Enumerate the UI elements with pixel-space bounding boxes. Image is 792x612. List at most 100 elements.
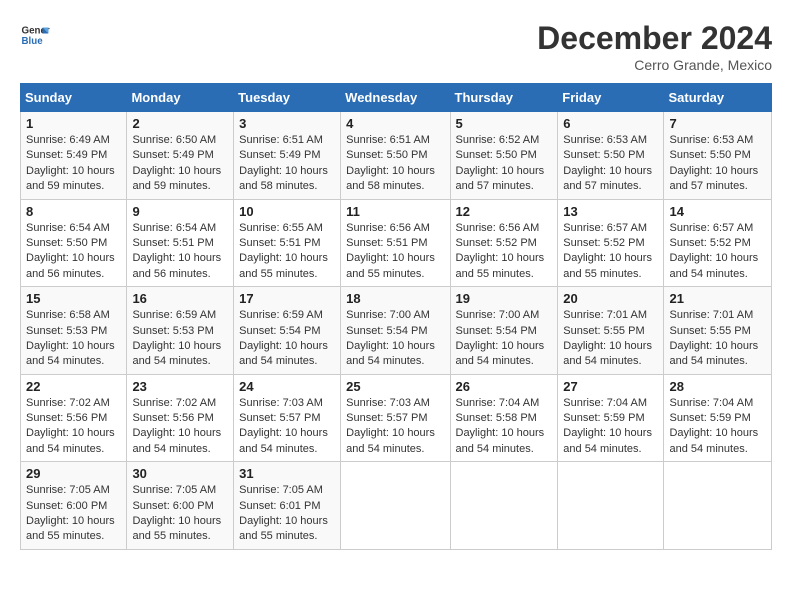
day-number: 24 bbox=[239, 379, 335, 394]
calendar-cell: 29 Sunrise: 7:05 AMSunset: 6:00 PMDayligh… bbox=[21, 462, 127, 550]
day-number: 5 bbox=[456, 116, 553, 131]
day-info: Sunrise: 6:53 AMSunset: 5:50 PMDaylight:… bbox=[563, 133, 658, 195]
day-number: 22 bbox=[26, 379, 121, 394]
calendar-cell: 19 Sunrise: 7:00 AMSunset: 5:54 PMDayligh… bbox=[450, 287, 558, 375]
day-info: Sunrise: 6:51 AMSunset: 5:49 PMDaylight:… bbox=[239, 133, 335, 195]
day-info: Sunrise: 6:52 AMSunset: 5:50 PMDaylight:… bbox=[456, 133, 553, 195]
day-info: Sunrise: 7:04 AMSunset: 5:59 PMDaylight:… bbox=[563, 396, 658, 458]
day-info: Sunrise: 7:04 AMSunset: 5:58 PMDaylight:… bbox=[456, 396, 553, 458]
day-number: 15 bbox=[26, 291, 121, 306]
logo: General Blue bbox=[20, 20, 50, 50]
logo-icon: General Blue bbox=[20, 20, 50, 50]
calendar-cell: 18Sunrise: 7:00 AMSunset: 5:54 PMDayligh… bbox=[341, 287, 450, 375]
calendar-cell: 31Sunrise: 7:05 AMSunset: 6:01 PMDayligh… bbox=[234, 462, 341, 550]
calendar-cell: 20 Sunrise: 7:01 AMSunset: 5:55 PMDayligh… bbox=[558, 287, 664, 375]
calendar-cell: 5 Sunrise: 6:52 AMSunset: 5:50 PMDaylight… bbox=[450, 112, 558, 200]
week-row-5: 29 Sunrise: 7:05 AMSunset: 6:00 PMDayligh… bbox=[21, 462, 772, 550]
day-info: Sunrise: 6:55 AMSunset: 5:51 PMDaylight:… bbox=[239, 221, 335, 283]
calendar-cell: 24 Sunrise: 7:03 AMSunset: 5:57 PMDayligh… bbox=[234, 374, 341, 462]
calendar-header-row: SundayMondayTuesdayWednesdayThursdayFrid… bbox=[21, 84, 772, 112]
location-subtitle: Cerro Grande, Mexico bbox=[537, 57, 772, 73]
calendar-cell: 15 Sunrise: 6:58 AMSunset: 5:53 PMDayligh… bbox=[21, 287, 127, 375]
day-info: Sunrise: 7:00 AMSunset: 5:54 PMDaylight:… bbox=[346, 308, 444, 370]
day-info: Sunrise: 6:57 AMSunset: 5:52 PMDaylight:… bbox=[563, 221, 658, 283]
calendar-cell: 9 Sunrise: 6:54 AMSunset: 5:51 PMDaylight… bbox=[127, 199, 234, 287]
day-info: Sunrise: 6:49 AMSunset: 5:49 PMDaylight:… bbox=[26, 133, 121, 195]
day-info: Sunrise: 7:01 AMSunset: 5:55 PMDaylight:… bbox=[669, 308, 766, 370]
calendar-cell: 30Sunrise: 7:05 AMSunset: 6:00 PMDayligh… bbox=[127, 462, 234, 550]
day-number: 20 bbox=[563, 291, 658, 306]
day-info: Sunrise: 6:58 AMSunset: 5:53 PMDaylight:… bbox=[26, 308, 121, 370]
calendar-cell: 4 Sunrise: 6:51 AMSunset: 5:50 PMDaylight… bbox=[341, 112, 450, 200]
day-info: Sunrise: 6:59 AMSunset: 5:54 PMDaylight:… bbox=[239, 308, 335, 370]
day-info: Sunrise: 7:05 AMSunset: 6:00 PMDaylight:… bbox=[26, 483, 121, 545]
day-info: Sunrise: 7:02 AMSunset: 5:56 PMDaylight:… bbox=[132, 396, 228, 458]
svg-text:Blue: Blue bbox=[22, 36, 44, 47]
week-row-1: 1 Sunrise: 6:49 AMSunset: 5:49 PMDaylight… bbox=[21, 112, 772, 200]
calendar-cell: 7 Sunrise: 6:53 AMSunset: 5:50 PMDaylight… bbox=[664, 112, 772, 200]
day-number: 2 bbox=[132, 116, 228, 131]
day-info: Sunrise: 6:54 AMSunset: 5:51 PMDaylight:… bbox=[132, 221, 228, 283]
calendar-cell: 28 Sunrise: 7:04 AMSunset: 5:59 PMDayligh… bbox=[664, 374, 772, 462]
col-header-thursday: Thursday bbox=[450, 84, 558, 112]
day-info: Sunrise: 6:57 AMSunset: 5:52 PMDaylight:… bbox=[669, 221, 766, 283]
day-number: 16 bbox=[132, 291, 228, 306]
calendar-cell: 14 Sunrise: 6:57 AMSunset: 5:52 PMDayligh… bbox=[664, 199, 772, 287]
day-info: Sunrise: 7:04 AMSunset: 5:59 PMDaylight:… bbox=[669, 396, 766, 458]
day-number: 10 bbox=[239, 204, 335, 219]
calendar-cell: 23Sunrise: 7:02 AMSunset: 5:56 PMDayligh… bbox=[127, 374, 234, 462]
day-number: 14 bbox=[669, 204, 766, 219]
calendar-cell bbox=[558, 462, 664, 550]
calendar-cell bbox=[664, 462, 772, 550]
day-info: Sunrise: 7:05 AMSunset: 6:00 PMDaylight:… bbox=[132, 483, 228, 545]
day-number: 28 bbox=[669, 379, 766, 394]
day-number: 11 bbox=[346, 204, 444, 219]
month-title: December 2024 bbox=[537, 20, 772, 57]
day-number: 31 bbox=[239, 466, 335, 481]
day-number: 25 bbox=[346, 379, 444, 394]
calendar-cell: 13Sunrise: 6:57 AMSunset: 5:52 PMDayligh… bbox=[558, 199, 664, 287]
day-info: Sunrise: 6:51 AMSunset: 5:50 PMDaylight:… bbox=[346, 133, 444, 195]
calendar-cell: 26 Sunrise: 7:04 AMSunset: 5:58 PMDayligh… bbox=[450, 374, 558, 462]
page-header: General Blue December 2024 Cerro Grande,… bbox=[20, 20, 772, 73]
calendar-cell: 27Sunrise: 7:04 AMSunset: 5:59 PMDayligh… bbox=[558, 374, 664, 462]
calendar-cell bbox=[450, 462, 558, 550]
day-info: Sunrise: 6:56 AMSunset: 5:52 PMDaylight:… bbox=[456, 221, 553, 283]
calendar-cell: 17Sunrise: 6:59 AMSunset: 5:54 PMDayligh… bbox=[234, 287, 341, 375]
day-number: 19 bbox=[456, 291, 553, 306]
day-number: 9 bbox=[132, 204, 228, 219]
week-row-4: 22 Sunrise: 7:02 AMSunset: 5:56 PMDayligh… bbox=[21, 374, 772, 462]
calendar-cell: 22Sunrise: 7:02 AMSunset: 5:56 PMDayligh… bbox=[21, 374, 127, 462]
calendar-cell: 21 Sunrise: 7:01 AMSunset: 5:55 PMDayligh… bbox=[664, 287, 772, 375]
title-area: December 2024 Cerro Grande, Mexico bbox=[537, 20, 772, 73]
day-info: Sunrise: 7:03 AMSunset: 5:57 PMDaylight:… bbox=[346, 396, 444, 458]
col-header-tuesday: Tuesday bbox=[234, 84, 341, 112]
day-info: Sunrise: 7:01 AMSunset: 5:55 PMDaylight:… bbox=[563, 308, 658, 370]
day-info: Sunrise: 6:56 AMSunset: 5:51 PMDaylight:… bbox=[346, 221, 444, 283]
day-number: 29 bbox=[26, 466, 121, 481]
day-number: 26 bbox=[456, 379, 553, 394]
day-number: 8 bbox=[26, 204, 121, 219]
calendar-cell: 1 Sunrise: 6:49 AMSunset: 5:49 PMDaylight… bbox=[21, 112, 127, 200]
day-number: 1 bbox=[26, 116, 121, 131]
calendar-cell: 10 Sunrise: 6:55 AMSunset: 5:51 PMDayligh… bbox=[234, 199, 341, 287]
calendar-cell: 16 Sunrise: 6:59 AMSunset: 5:53 PMDayligh… bbox=[127, 287, 234, 375]
day-info: Sunrise: 7:00 AMSunset: 5:54 PMDaylight:… bbox=[456, 308, 553, 370]
day-info: Sunrise: 6:50 AMSunset: 5:49 PMDaylight:… bbox=[132, 133, 228, 195]
day-number: 3 bbox=[239, 116, 335, 131]
calendar-table: SundayMondayTuesdayWednesdayThursdayFrid… bbox=[20, 83, 772, 550]
day-info: Sunrise: 7:03 AMSunset: 5:57 PMDaylight:… bbox=[239, 396, 335, 458]
day-number: 21 bbox=[669, 291, 766, 306]
col-header-saturday: Saturday bbox=[664, 84, 772, 112]
day-number: 7 bbox=[669, 116, 766, 131]
calendar-cell bbox=[341, 462, 450, 550]
day-number: 4 bbox=[346, 116, 444, 131]
calendar-cell: 6Sunrise: 6:53 AMSunset: 5:50 PMDaylight… bbox=[558, 112, 664, 200]
col-header-wednesday: Wednesday bbox=[341, 84, 450, 112]
day-info: Sunrise: 6:59 AMSunset: 5:53 PMDaylight:… bbox=[132, 308, 228, 370]
calendar-cell: 3 Sunrise: 6:51 AMSunset: 5:49 PMDaylight… bbox=[234, 112, 341, 200]
day-info: Sunrise: 6:53 AMSunset: 5:50 PMDaylight:… bbox=[669, 133, 766, 195]
day-number: 12 bbox=[456, 204, 553, 219]
calendar-cell: 11 Sunrise: 6:56 AMSunset: 5:51 PMDayligh… bbox=[341, 199, 450, 287]
day-info: Sunrise: 6:54 AMSunset: 5:50 PMDaylight:… bbox=[26, 221, 121, 283]
